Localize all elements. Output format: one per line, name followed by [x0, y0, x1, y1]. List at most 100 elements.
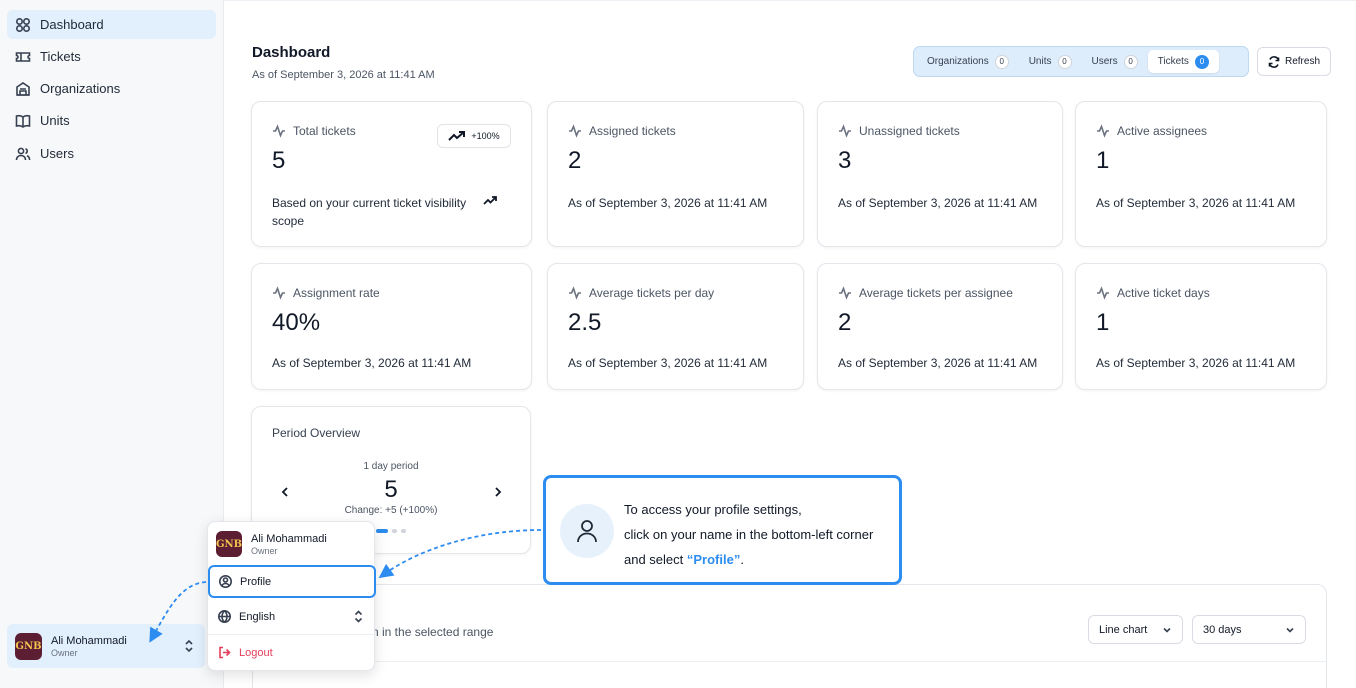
refresh-button[interactable]: Refresh: [1257, 47, 1331, 76]
callout-text-part: .: [740, 552, 744, 567]
stat-value: 40%: [272, 309, 321, 336]
chevron-right-icon[interactable]: [491, 485, 505, 499]
sidebar-item-organizations[interactable]: Organizations: [7, 74, 216, 103]
book-icon: [15, 114, 31, 128]
user-circle-icon: [219, 575, 232, 588]
chevron-down-icon: [1163, 627, 1171, 633]
sidebar-item-units[interactable]: Units: [7, 106, 216, 135]
select-value: 30 days: [1203, 623, 1242, 636]
menu-item-profile[interactable]: Profile: [208, 565, 376, 598]
carousel-dots: [376, 529, 406, 533]
sidebar-item-label: Organizations: [40, 81, 121, 96]
stat-value: 2: [838, 309, 852, 336]
carousel-dot[interactable]: [392, 529, 397, 533]
stat-value: 2.5: [568, 309, 602, 336]
building-icon: [16, 81, 30, 96]
stat-foot: As of September 3, 2026 at 11:41 AM: [838, 196, 1038, 210]
tab-label: Organizations: [927, 56, 989, 67]
activity-icon: [1097, 286, 1109, 300]
stat-label: Average tickets per day: [589, 286, 715, 300]
tab-units[interactable]: Units 0: [1019, 50, 1082, 73]
ticket-icon: [15, 51, 31, 62]
stat-label: Active assignees: [1117, 124, 1208, 138]
user-name: Ali Mohammadi: [251, 532, 327, 545]
activity-icon: [273, 286, 285, 300]
range-select[interactable]: 30 days: [1192, 615, 1306, 644]
trending-up-icon: [448, 131, 466, 141]
users-icon: [15, 147, 31, 160]
activity-icon: [273, 124, 285, 138]
page-subtitle: As of September 3, 2026 at 11:41 AM: [252, 69, 435, 81]
sidebar-item-tickets[interactable]: Tickets: [7, 42, 216, 71]
globe-icon: [218, 610, 231, 623]
stat-card-avg-tickets-per-day: Average tickets per day 2.5 As of Septem…: [547, 263, 804, 390]
stat-foot: As of September 3, 2026 at 11:41 AM: [568, 356, 768, 370]
avatar: GNB: [216, 531, 242, 557]
callout-highlight: “Profile”: [686, 552, 741, 567]
count-badge: 0: [1123, 54, 1138, 69]
sidebar-item-label: Tickets: [40, 49, 81, 64]
activity-icon: [569, 286, 581, 300]
logout-icon: [219, 646, 231, 659]
user-dropdown-menu: GNB Ali Mohammadi Owner Profile English …: [207, 521, 376, 671]
chevron-left-icon[interactable]: [278, 485, 292, 499]
chart-type-select[interactable]: Line chart: [1088, 615, 1183, 644]
sidebar-item-users[interactable]: Users: [7, 139, 216, 168]
trending-up-icon: [483, 196, 497, 205]
stat-label: Unassigned tickets: [859, 124, 960, 138]
stat-label: Active ticket days: [1117, 286, 1210, 300]
stat-foot: As of September 3, 2026 at 11:41 AM: [1096, 196, 1296, 210]
menu-item-logout[interactable]: Logout: [209, 636, 375, 669]
user-name: Ali Mohammadi: [51, 634, 127, 647]
stat-label: Assignment rate: [293, 286, 380, 300]
stat-label: Assigned tickets: [589, 124, 676, 138]
tab-organizations[interactable]: Organizations 0: [917, 50, 1019, 73]
language-select[interactable]: English: [209, 600, 375, 633]
callout-line: To access your profile settings,: [624, 502, 802, 517]
tutorial-callout: To access your profile settings, click o…: [543, 475, 902, 585]
avatar: GNB: [15, 632, 42, 660]
count-badge: 0: [1194, 54, 1209, 69]
user-role: Owner: [251, 545, 278, 556]
stat-card-avg-tickets-per-assignee: Average tickets per assignee 2 As of Sep…: [817, 263, 1063, 390]
select-value: Line chart: [1099, 623, 1148, 636]
menu-item-label: Logout: [239, 646, 273, 659]
period-label: 1 day period: [363, 461, 419, 472]
chevron-down-icon: [1286, 627, 1294, 633]
sidebar-item-label: Dashboard: [40, 17, 104, 32]
menu-user-header: GNB Ali Mohammadi Owner: [216, 531, 327, 557]
carousel-dot[interactable]: [376, 529, 388, 533]
period-title: Period Overview: [272, 426, 361, 440]
tab-users[interactable]: Users 0: [1082, 50, 1148, 73]
count-badge: 0: [1057, 54, 1072, 69]
activity-icon: [839, 286, 851, 300]
chart-description: n in the selected range: [372, 625, 494, 639]
trend-badge: +100%: [437, 124, 511, 148]
stat-label: Total tickets: [293, 124, 356, 138]
stat-card-unassigned-tickets: Unassigned tickets 3 As of September 3, …: [817, 101, 1063, 247]
sidebar-item-label: Users: [40, 146, 74, 161]
stat-foot: As of September 3, 2026 at 11:41 AM: [1096, 356, 1296, 370]
tab-label: Tickets: [1157, 56, 1189, 67]
stat-card-active-assignees: Active assignees 1 As of September 3, 20…: [1075, 101, 1327, 247]
menu-item-label: English: [239, 610, 276, 623]
count-badge: 0: [994, 54, 1009, 69]
divider: [253, 661, 1326, 662]
period-change: Change: +5 (+100%): [344, 505, 438, 516]
stat-card-assigned-tickets: Assigned tickets 2 As of September 3, 20…: [547, 101, 804, 247]
sidebar-item-label: Units: [40, 113, 70, 128]
carousel-dot[interactable]: [401, 529, 406, 533]
tab-tickets[interactable]: Tickets 0: [1147, 50, 1219, 73]
callout-text: To access your profile settings, click o…: [624, 497, 873, 572]
stat-value: 5: [272, 147, 286, 174]
stat-card-total-tickets: Total tickets +100% 5 Based on your curr…: [251, 101, 532, 247]
sidebar-item-dashboard[interactable]: Dashboard: [7, 10, 216, 39]
callout-line: click on your name in the bottom-left co…: [624, 527, 874, 542]
stat-foot: As of September 3, 2026 at 11:41 AM: [838, 356, 1038, 370]
callout-text-part: and select: [624, 552, 687, 567]
stat-card-active-ticket-days: Active ticket days 1 As of September 3, …: [1075, 263, 1327, 390]
user-menu-trigger[interactable]: GNB Ali Mohammadi Owner: [7, 624, 205, 668]
page-title: Dashboard: [252, 44, 331, 61]
entity-tabs: Organizations 0 Units 0 Users 0 Tickets 0: [913, 46, 1249, 77]
chevron-up-down-icon: [185, 639, 193, 653]
